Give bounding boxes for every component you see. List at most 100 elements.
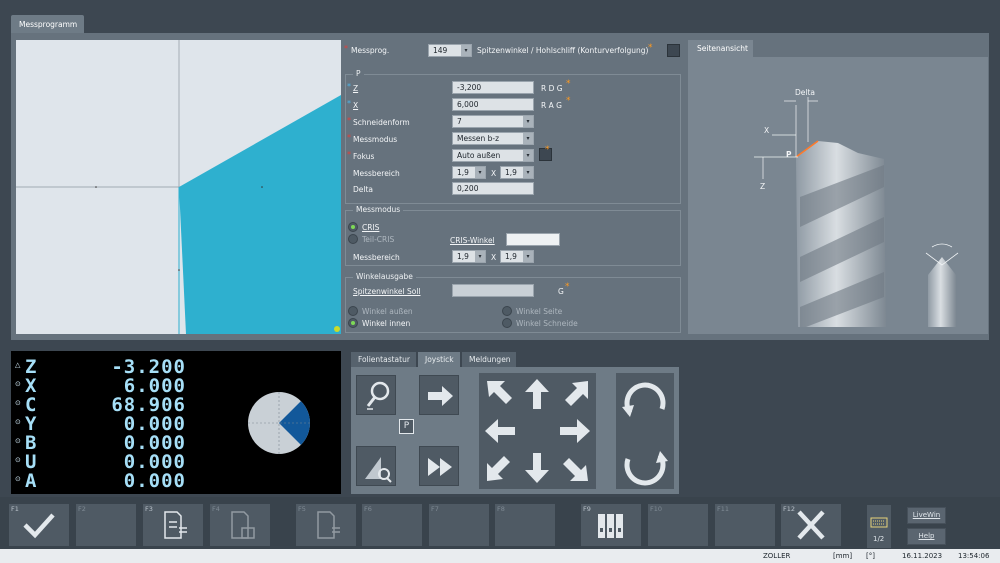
winkel-schneide-radio[interactable] bbox=[502, 318, 512, 328]
f12-cancel-button[interactable]: F12 bbox=[781, 504, 841, 546]
p-position-button[interactable]: P bbox=[399, 419, 414, 434]
chevron-down-icon: ▾ bbox=[461, 45, 471, 56]
z-label: Z bbox=[353, 84, 359, 93]
p-dim-label: P bbox=[786, 150, 792, 159]
messprog-description: Spitzenwinkel / Hohlschliff (Konturverfo… bbox=[477, 46, 649, 55]
messmodus-messbereich-b-select[interactable]: 1,9 ▾ bbox=[500, 250, 534, 263]
messprog-options-button[interactable] bbox=[667, 44, 680, 57]
criswinkel-field[interactable] bbox=[506, 233, 560, 246]
help-button[interactable]: Help bbox=[907, 528, 946, 545]
arrow-down-right-icon bbox=[563, 458, 588, 481]
messmodus-messbereich-x: X bbox=[491, 253, 497, 262]
f4-button[interactable]: F4 bbox=[210, 504, 270, 546]
winkel-innen-label: Winkel innen bbox=[362, 319, 411, 328]
z-dim-label: Z bbox=[760, 182, 766, 191]
close-icon bbox=[797, 510, 825, 540]
arrow-up-icon bbox=[525, 379, 549, 409]
messmodus-messbereich-label: Messbereich bbox=[353, 253, 400, 262]
f1-confirm-button[interactable]: F1 bbox=[9, 504, 69, 546]
arrow-down-left-icon bbox=[487, 456, 510, 481]
chevron-down-icon: ▾ bbox=[523, 133, 533, 144]
winkel-seite-radio[interactable] bbox=[502, 306, 512, 316]
measurement-form: * Messprog. 149 ▾ Spitzenwinkel / Hohlsch… bbox=[343, 41, 683, 337]
contour-graph bbox=[16, 40, 341, 334]
winkel-aussen-radio[interactable] bbox=[348, 306, 358, 316]
tab-meldungen[interactable]: Meldungen bbox=[462, 352, 516, 367]
teilcris-radio[interactable] bbox=[348, 234, 358, 244]
messbereich-x: X bbox=[491, 169, 497, 178]
f9-library-button[interactable]: F9 bbox=[581, 504, 641, 546]
winkel-innen-radio[interactable] bbox=[348, 318, 358, 328]
winkel-aussen-label: Winkel außen bbox=[362, 307, 413, 316]
arrow-right-icon bbox=[560, 419, 590, 443]
spitzenwinkel-label: Spitzenwinkel Soll bbox=[353, 287, 421, 296]
direction-pad bbox=[479, 373, 596, 489]
z-suffix: R D G bbox=[541, 84, 563, 93]
fokus-select[interactable]: Auto außen ▾ bbox=[452, 149, 534, 162]
arrow-up-right-icon bbox=[565, 381, 588, 406]
delta-label: Delta bbox=[353, 185, 374, 194]
arrow-left-icon bbox=[485, 419, 515, 443]
status-time: 13:54:06 bbox=[958, 552, 990, 560]
f3-list-button[interactable]: F3 bbox=[143, 504, 203, 546]
drill-illustration bbox=[754, 97, 959, 327]
f5-button[interactable]: F5 bbox=[296, 504, 356, 546]
messbereich-label: Messbereich bbox=[353, 169, 400, 178]
x-suffix: R A G bbox=[541, 101, 562, 110]
schneidenform-select[interactable]: 7 ▾ bbox=[452, 115, 534, 128]
unit-length: [mm] bbox=[833, 552, 853, 560]
checkmark-icon bbox=[23, 513, 55, 539]
document-list-icon bbox=[164, 511, 187, 539]
zoom-search-button[interactable] bbox=[356, 375, 396, 415]
f10-button[interactable]: F10 bbox=[648, 504, 708, 546]
cris-label: CRIS bbox=[362, 223, 380, 232]
page-indicator-button[interactable]: 1/2 bbox=[867, 505, 891, 548]
status-dot bbox=[334, 326, 340, 332]
messmodus-messbereich-a-select[interactable]: 1,9 ▾ bbox=[452, 250, 486, 263]
group-winkel-title: Winkelausgabe bbox=[353, 272, 416, 281]
tab-joystick[interactable]: Joystick bbox=[418, 352, 460, 367]
tool-contour bbox=[179, 95, 341, 334]
messprog-label: Messprog. bbox=[351, 46, 390, 55]
edge-detect-button[interactable] bbox=[356, 446, 396, 486]
move-right-button[interactable] bbox=[419, 375, 459, 415]
f6-button[interactable]: F6 bbox=[362, 504, 422, 546]
tab-seitenansicht[interactable]: Seitenansicht bbox=[688, 40, 753, 57]
chevron-down-icon: ▾ bbox=[475, 167, 485, 178]
group-messmodus-title: Messmodus bbox=[353, 205, 404, 214]
cris-radio[interactable] bbox=[348, 222, 358, 232]
messbereich-a-select[interactable]: 1,9 ▾ bbox=[452, 166, 486, 179]
spitzenwinkel-field[interactable] bbox=[452, 284, 534, 297]
x-label: X bbox=[353, 101, 359, 110]
axis-readout: △ Z -3.200 ⊙ X 6.000 ⊙ C 68.906 ⊙ Y 0.00… bbox=[11, 351, 341, 494]
keyboard-icon bbox=[870, 517, 888, 528]
chevron-down-icon: ▾ bbox=[523, 167, 533, 178]
f11-button[interactable]: F11 bbox=[715, 504, 775, 546]
f8-button[interactable]: F8 bbox=[495, 504, 555, 546]
dro-value-a: 0.000 bbox=[123, 470, 186, 492]
status-date: 16.11.2023 bbox=[902, 552, 943, 560]
delta-field[interactable]: 0,200 bbox=[452, 182, 534, 195]
messbereich-b-select[interactable]: 1,9 ▾ bbox=[500, 166, 534, 179]
magnify-icon bbox=[366, 381, 390, 410]
arrow-up-left-icon bbox=[487, 381, 512, 404]
f2-button[interactable]: F2 bbox=[76, 504, 136, 546]
delta-dim-label: Delta bbox=[795, 88, 816, 97]
livewin-button[interactable]: LiveWin bbox=[907, 507, 946, 524]
f7-button[interactable]: F7 bbox=[429, 504, 489, 546]
messmodus-select[interactable]: Messen b-z ▾ bbox=[452, 132, 534, 145]
z-field[interactable]: -3,200 bbox=[452, 81, 534, 94]
rotation-pad bbox=[616, 373, 674, 489]
messprog-select[interactable]: 149 ▾ bbox=[428, 44, 472, 57]
group-p-title: P bbox=[353, 69, 364, 78]
tab-folientastatur[interactable]: Folientastatur bbox=[351, 352, 416, 367]
side-view-panel: Delta X P Z bbox=[688, 57, 988, 334]
x-field[interactable]: 6,000 bbox=[452, 98, 534, 111]
function-key-bar: F1 F2 F3 F4 F5 F6 F7 F8 F9 F10 F11 F12 bbox=[0, 497, 1000, 549]
chevron-down-icon: ▾ bbox=[523, 150, 533, 161]
fokus-label: Fokus bbox=[353, 152, 375, 161]
tab-messprogramm[interactable]: Messprogramm bbox=[11, 15, 84, 34]
fast-forward-button[interactable] bbox=[419, 446, 459, 486]
schneidenform-label: Schneidenform bbox=[353, 118, 410, 127]
company-name: ZOLLER bbox=[763, 552, 791, 560]
